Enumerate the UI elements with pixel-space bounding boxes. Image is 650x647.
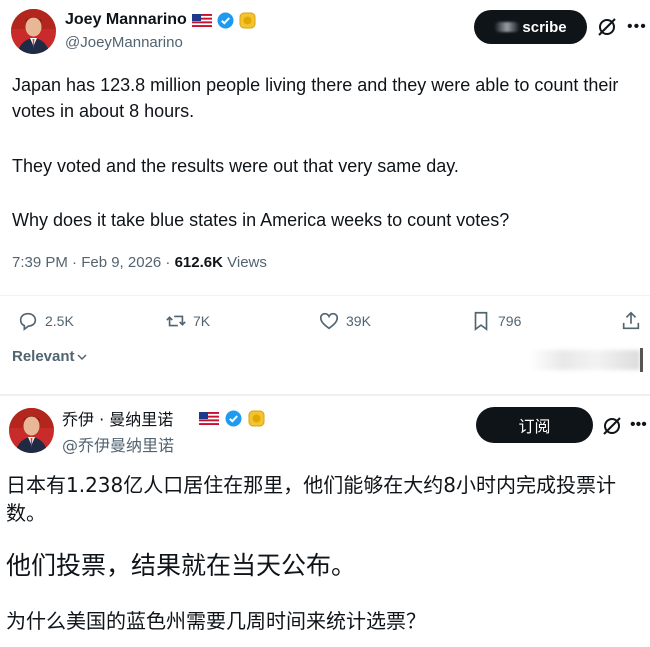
subscribe-label: scribe — [522, 18, 567, 36]
views-label: Views — [222, 254, 267, 271]
timestamp[interactable]: 7:39 PM · Feb 9, 2026 · — [12, 254, 175, 271]
author-handle[interactable]: @JoeyMannarino — [65, 34, 183, 51]
bookmark-icon — [474, 311, 488, 331]
author-avatar[interactable] — [11, 9, 56, 54]
us-flag-icon — [191, 13, 212, 27]
gold-affiliate-badge-icon[interactable] — [239, 12, 256, 29]
action-bar: 2.5K 7K 39K 796 — [0, 310, 650, 336]
author-name[interactable]: Joey Mannarino — [65, 11, 187, 29]
sort-label: Relevant — [12, 348, 75, 365]
more-icon[interactable]: ••• — [630, 416, 647, 434]
repost-icon — [166, 315, 186, 327]
tweet-paragraph-2: They voted and the results were out that… — [12, 156, 459, 176]
verified-badge-icon[interactable] — [217, 12, 234, 29]
author-name-row: Joey Mannarino — [65, 10, 256, 30]
us-flag-icon — [199, 411, 220, 425]
like-count: 39K — [346, 313, 371, 329]
tweet-paragraph-3: Why does it take blue states in America … — [12, 210, 510, 230]
chevron-down-icon — [77, 353, 87, 360]
repost-button[interactable]: 7K — [165, 310, 210, 332]
original-tweet: Joey Mannarino @JoeyMannarino scribe •••… — [0, 0, 650, 394]
translated-paragraph-3: 为什么美国的蓝色州需要几周时间来统计选票？ — [6, 609, 426, 633]
blurred-content — [530, 350, 640, 370]
divider — [0, 295, 650, 296]
like-icon — [319, 312, 339, 330]
blurred-marker — [640, 348, 643, 372]
reply-button[interactable]: 2.5K — [17, 310, 74, 332]
grok-icon[interactable] — [597, 17, 617, 37]
translated-tweet: 乔伊 · 曼纳里诺 @乔伊曼纳里诺 订阅 ••• 日本有1.238亿人口居住在那… — [0, 396, 650, 647]
grok-icon[interactable] — [602, 416, 622, 436]
tweet-paragraph-1: Japan has 123.8 million people living th… — [12, 75, 619, 121]
sort-dropdown[interactable]: Relevant — [12, 348, 87, 365]
subscribe-button[interactable]: scribe — [474, 10, 587, 44]
translated-subscribe-button[interactable]: 订阅 — [476, 407, 593, 443]
reply-count: 2.5K — [45, 313, 74, 329]
translated-paragraph-2: 他们投票，结果就在当天公布。 — [6, 551, 357, 580]
share-button[interactable] — [620, 310, 642, 332]
views-count: 612.6K — [174, 254, 223, 271]
gold-affiliate-badge-icon[interactable] — [248, 410, 265, 427]
more-icon[interactable]: ••• — [627, 18, 647, 36]
translated-paragraph-1: 日本有1.238亿人口居住在那里，他们能够在大约8小时内完成投票计数。 — [6, 473, 616, 525]
share-icon — [622, 311, 640, 330]
reply-icon — [19, 312, 37, 331]
translated-author-name-row: 乔伊 · 曼纳里诺 — [62, 407, 265, 429]
like-button[interactable]: 39K — [318, 310, 371, 332]
tweet-meta: 7:39 PM · Feb 9, 2026 · 612.6K Views — [12, 254, 267, 271]
repost-count: 7K — [193, 313, 211, 329]
translated-author-handle[interactable]: @乔伊曼纳里诺 — [62, 432, 174, 456]
translated-author-avatar[interactable] — [9, 408, 54, 453]
blurred-text — [494, 22, 521, 32]
bookmark-button[interactable]: 796 — [470, 310, 521, 332]
translated-author-name[interactable]: 乔伊 · 曼纳里诺 — [62, 406, 173, 430]
bookmark-count: 796 — [498, 313, 522, 329]
verified-badge-icon[interactable] — [225, 410, 242, 427]
